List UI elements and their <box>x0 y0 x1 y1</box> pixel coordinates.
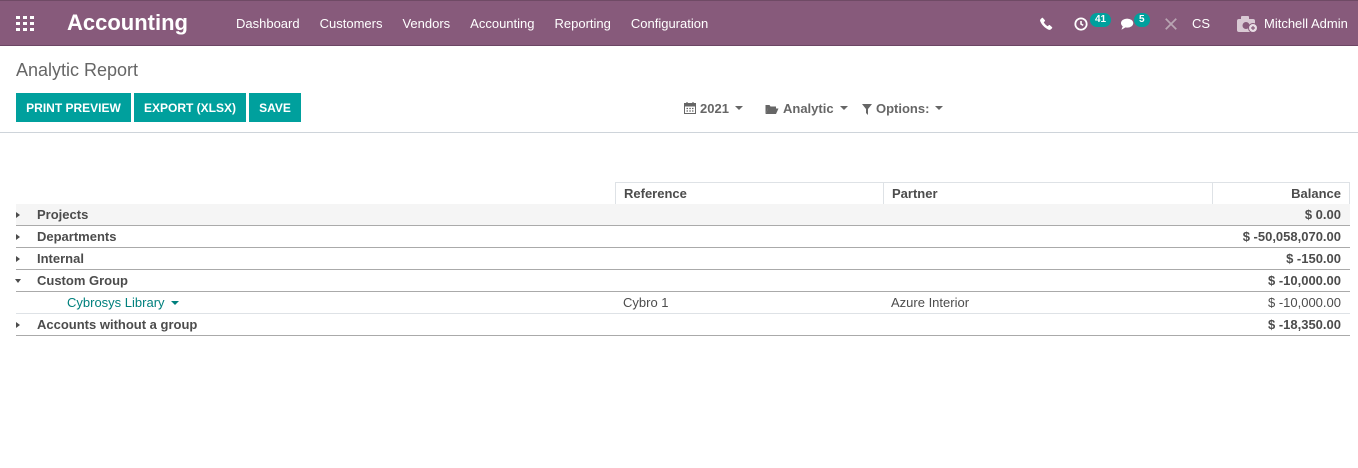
menu-configuration[interactable]: Configuration <box>621 1 718 46</box>
group-balance: $ -50,058,070.00 <box>1242 229 1341 244</box>
group-balance: $ -150.00 <box>1286 251 1341 266</box>
table-row-departments[interactable]: Departments $ -50,058,070.00 <box>16 226 1350 248</box>
apps-grid-icon[interactable] <box>16 16 34 31</box>
group-name: Accounts without a group <box>37 317 198 332</box>
top-navbar: Accounting Dashboard Customers Vendors A… <box>0 0 1358 46</box>
column-balance: Balance <box>1212 182 1350 204</box>
app-title[interactable]: Accounting <box>67 10 188 36</box>
table-row-internal[interactable]: Internal $ -150.00 <box>16 248 1350 270</box>
table-header: Reference Partner Balance <box>16 182 1350 204</box>
group-name: Projects <box>37 207 89 222</box>
caret-right-icon <box>16 212 20 218</box>
debug-tools-icon[interactable] <box>1164 1 1178 46</box>
folder-open-icon <box>765 103 779 114</box>
date-filter-label: 2021 <box>700 100 729 116</box>
chevron-down-icon <box>935 106 944 110</box>
company-switcher[interactable]: CS <box>1192 1 1210 46</box>
table-row-cybrosys-library: Cybrosys Library Cybro 1 Azure Interior … <box>16 292 1350 314</box>
options-filter-label: Options: <box>876 100 930 116</box>
column-reference: Reference <box>615 182 884 204</box>
activity-clock-icon[interactable]: 41 <box>1074 1 1112 46</box>
save-button[interactable]: Save <box>249 93 301 122</box>
table-row-custom-group[interactable]: Custom Group $ -10,000.00 <box>15 270 1350 292</box>
phone-icon[interactable] <box>1040 1 1053 46</box>
group-name: Internal <box>37 251 84 266</box>
caret-down-icon <box>15 279 21 283</box>
messages-icon[interactable]: 5 <box>1120 1 1150 46</box>
table-row-accounts-without-group[interactable]: Accounts without a group $ -18,350.00 <box>16 314 1350 336</box>
line-partner: Azure Interior <box>891 295 970 310</box>
menu-dashboard[interactable]: Dashboard <box>226 1 310 46</box>
group-name: Custom Group <box>37 273 128 288</box>
funnel-icon <box>862 103 872 115</box>
chevron-down-icon <box>839 106 848 110</box>
messages-count-badge: 5 <box>1134 13 1150 27</box>
page-title: Analytic Report <box>16 60 139 80</box>
main-menu: Dashboard Customers Vendors Accounting R… <box>226 1 718 46</box>
account-name: Cybrosys Library <box>67 295 165 310</box>
options-filter[interactable]: Options: <box>862 98 944 118</box>
calendar-icon <box>684 102 696 114</box>
caret-right-icon <box>16 256 20 262</box>
user-name: Mitchell Admin <box>1264 16 1348 31</box>
menu-accounting[interactable]: Accounting <box>460 1 544 46</box>
caret-right-icon <box>16 322 20 328</box>
print-preview-button[interactable]: Print Preview <box>16 93 131 122</box>
menu-customers[interactable]: Customers <box>310 1 393 46</box>
date-filter[interactable]: 2021 <box>684 98 743 118</box>
analytic-filter-label: Analytic <box>783 100 834 116</box>
systray: 41 5 CS Mitchell Admin <box>1018 1 1358 46</box>
column-partner: Partner <box>883 182 1213 204</box>
activity-count-badge: 41 <box>1090 13 1112 27</box>
line-balance: $ -10,000.00 <box>1267 295 1341 310</box>
control-panel-divider <box>0 132 1358 133</box>
menu-vendors[interactable]: Vendors <box>392 1 460 46</box>
chevron-down-icon <box>734 106 743 110</box>
user-menu[interactable]: Mitchell Admin <box>1236 1 1348 46</box>
user-avatar-icon <box>1236 15 1258 33</box>
analytic-filter[interactable]: Analytic <box>765 98 848 118</box>
account-link-cybrosys-library[interactable]: Cybrosys Library <box>67 292 179 313</box>
chevron-down-icon <box>170 301 179 305</box>
caret-right-icon <box>16 234 20 240</box>
group-balance: $ -10,000.00 <box>1267 273 1341 288</box>
group-balance: $ -18,350.00 <box>1267 317 1341 332</box>
menu-reporting[interactable]: Reporting <box>545 1 621 46</box>
analytic-report-table: Reference Partner Balance Projects $ 0.0… <box>15 182 1350 336</box>
table-row-projects[interactable]: Projects $ 0.00 <box>16 204 1350 226</box>
export-xlsx-button[interactable]: Export (XLSX) <box>134 93 246 122</box>
group-balance: $ 0.00 <box>1304 207 1341 222</box>
group-name: Departments <box>37 229 117 244</box>
line-reference: Cybro 1 <box>623 295 669 310</box>
